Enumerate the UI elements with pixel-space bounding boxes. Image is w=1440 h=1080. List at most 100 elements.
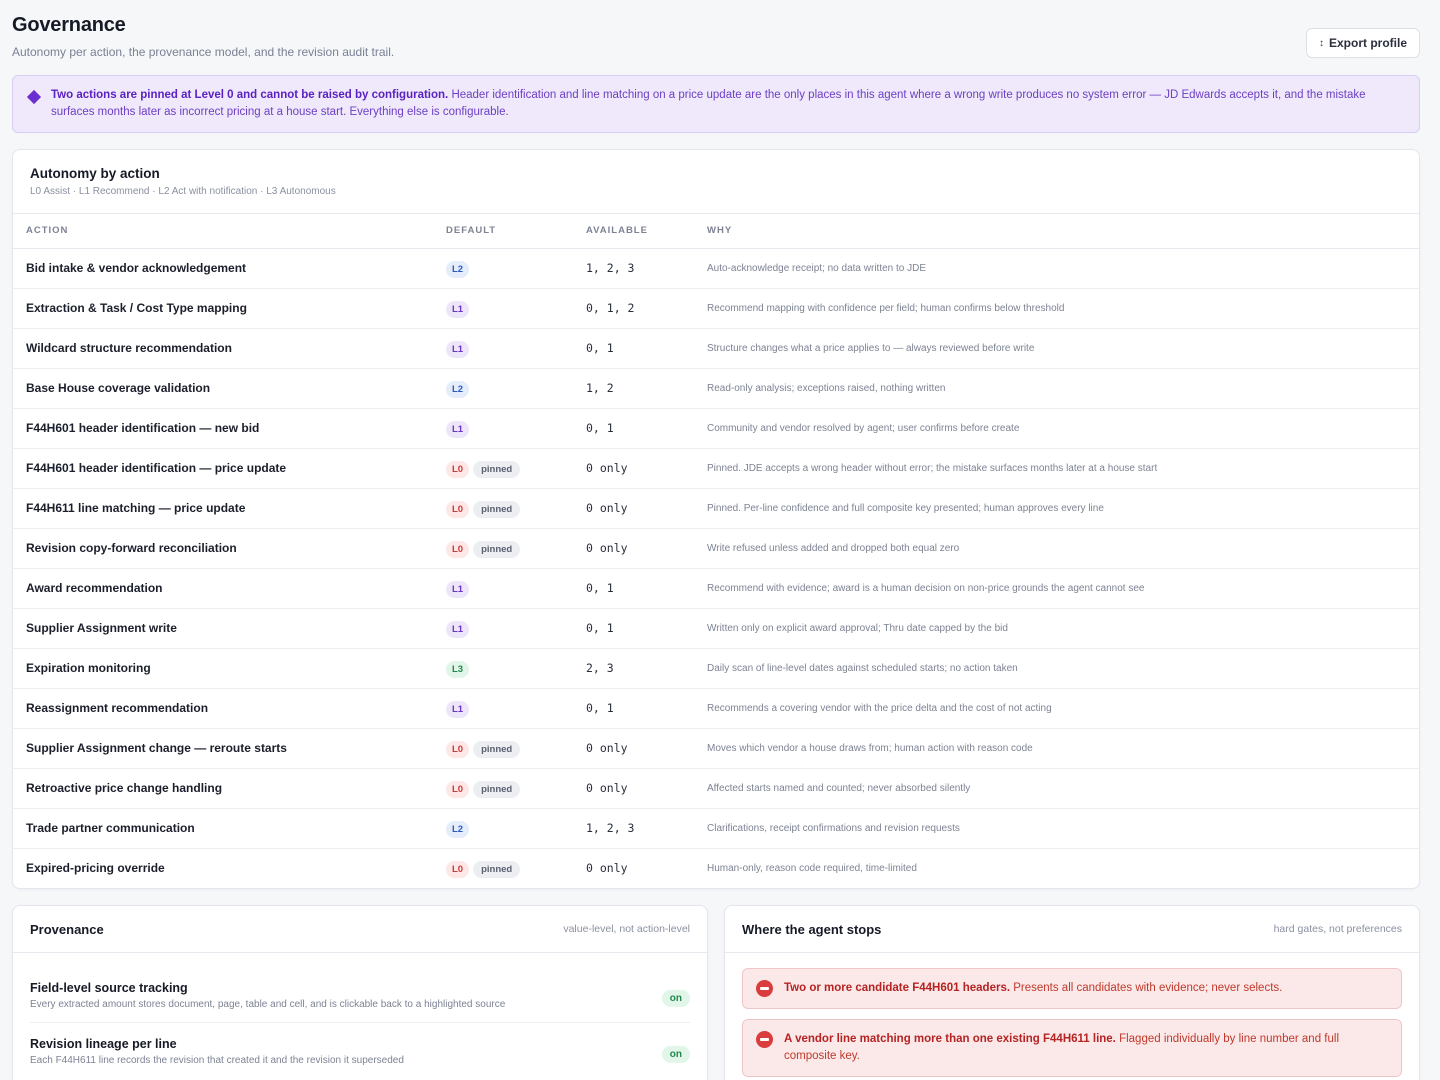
why-text: Pinned. JDE accepts a wrong header witho… — [694, 448, 1419, 489]
action-name: Trade partner communication — [13, 808, 433, 849]
table-row[interactable]: Expired-pricing override L0 pinned 0 only Hu… — [13, 848, 1419, 888]
default-level-cell: L2 — [433, 248, 573, 289]
action-name: Base House coverage validation — [13, 368, 433, 409]
export-profile-label: Export profile — [1328, 36, 1407, 50]
why-text: Pinned. Per-line confidence and full com… — [694, 488, 1419, 529]
level-badge: L0 — [446, 460, 470, 478]
action-name: F44H601 header identification — price up… — [13, 448, 433, 489]
available-levels: 0 only — [573, 528, 694, 569]
table-row[interactable]: Retroactive price change handling L0 pinne… — [13, 768, 1419, 809]
pinned-badge: pinned — [473, 460, 521, 478]
table-row[interactable]: Reassignment recommendation L1 0, 1 Recomme… — [13, 688, 1419, 729]
stops-title: Where the agent stops — [742, 921, 882, 937]
default-level-cell: L3 — [433, 648, 573, 689]
action-name: F44H601 header identification — new bid — [13, 408, 433, 449]
default-level-cell: L1 — [433, 288, 573, 329]
action-name: Supplier Assignment change — reroute sta… — [13, 728, 433, 769]
stops-note: hard gates, not preferences — [1273, 923, 1402, 935]
default-level-cell: L0 pinned — [433, 848, 573, 888]
provenance-item: Field-level source tracking Every extrac… — [30, 967, 690, 1023]
action-name: Bid intake & vendor acknowledgement — [13, 248, 433, 289]
pinned-badge: pinned — [473, 740, 521, 758]
table-row[interactable]: Wildcard structure recommendation L1 0, 1S… — [13, 328, 1419, 369]
autonomy-table: ACTION DEFAULT AVAILABLE WHY Bid intake … — [13, 214, 1419, 888]
pinned-badge: pinned — [473, 500, 521, 518]
provenance-item: Revision lineage per line Each F44H611 l… — [30, 1023, 690, 1078]
default-level-cell: L0 pinned — [433, 488, 573, 529]
default-level-cell: L2 — [433, 808, 573, 849]
table-row[interactable]: Extraction & Task / Cost Type mapping L1 0… — [13, 288, 1419, 329]
provenance-item-desc: Every extracted amount stores document, … — [30, 999, 506, 1010]
diamond-icon — [26, 89, 42, 105]
callout-bold: Two actions are pinned at Level 0 and ca… — [51, 89, 449, 101]
available-levels: 0 only — [573, 768, 694, 809]
available-levels: 1, 2, 3 — [573, 248, 694, 289]
default-level-cell: L1 — [433, 568, 573, 609]
provenance-card: Provenance value-level, not action-level… — [12, 905, 708, 1080]
source-tracking-toggle[interactable]: on — [661, 989, 690, 1007]
level-badge: L0 — [446, 500, 470, 518]
level-badge: L3 — [446, 660, 470, 678]
table-row[interactable]: F44H611 line matching — price update L0 pi… — [13, 488, 1419, 529]
no-entry-icon — [756, 980, 773, 997]
pinned-badge: pinned — [473, 780, 521, 798]
table-row[interactable]: Expiration monitoring L3 2, 3 Daily scan of… — [13, 648, 1419, 689]
table-row[interactable]: Award recommendation L1 0, 1 Recommend with… — [13, 568, 1419, 609]
no-entry-icon — [756, 1031, 773, 1048]
table-row[interactable]: Trade partner communication L2 1, 2, 3 Clar… — [13, 808, 1419, 849]
table-row[interactable]: Base House coverage validation L2 1, 2 Read… — [13, 368, 1419, 409]
available-levels: 0 only — [573, 728, 694, 769]
page-subtitle: Autonomy per action, the provenance mode… — [12, 45, 395, 59]
provenance-title: Provenance — [30, 921, 104, 937]
available-levels: 1, 2 — [573, 368, 694, 409]
default-level-cell: L1 — [433, 408, 573, 449]
table-row[interactable]: Supplier Assignment write L1 0, 1 Written o… — [13, 608, 1419, 649]
action-name: Retroactive price change handling — [13, 768, 433, 809]
why-text: Moves which vendor a house draws from; h… — [694, 728, 1419, 769]
default-level-cell: L0 pinned — [433, 528, 573, 569]
why-text: Recommend mapping with confidence per fi… — [694, 288, 1419, 329]
level-badge: L1 — [446, 340, 470, 358]
level-badge: L2 — [446, 260, 470, 278]
level-badge: L0 — [446, 740, 470, 758]
default-level-cell: L0 pinned — [433, 768, 573, 809]
provenance-note: value-level, not action-level — [563, 923, 690, 935]
pinned-badge: pinned — [473, 860, 521, 878]
default-level-cell: L0 pinned — [433, 448, 573, 489]
available-levels: 0, 1 — [573, 688, 694, 729]
available-levels: 0, 1 — [573, 408, 694, 449]
stops-header: Where the agent stops hard gates, not pr… — [725, 906, 1419, 953]
pinned-badge: pinned — [473, 540, 521, 558]
revision-lineage-toggle[interactable]: on — [661, 1045, 690, 1063]
action-name: Revision copy-forward reconciliation — [13, 528, 433, 569]
column-header-why: WHY — [694, 214, 1419, 249]
table-row[interactable]: F44H601 header identification — price up… — [13, 448, 1419, 489]
table-row[interactable]: Bid intake & vendor acknowledgement L2 1, … — [13, 248, 1419, 289]
why-text: Auto-acknowledge receipt; no data writte… — [694, 248, 1419, 289]
autonomy-card-header: Autonomy by action L0 Assist · L1 Recomm… — [13, 150, 1419, 214]
level-badge: L1 — [446, 300, 470, 318]
level-badge: L2 — [446, 380, 470, 398]
provenance-item-title: Revision lineage per line — [30, 1037, 177, 1051]
table-row[interactable]: Revision copy-forward reconciliation L0 pi… — [13, 528, 1419, 569]
available-levels: 0 only — [573, 448, 694, 489]
available-levels: 0, 1 — [573, 568, 694, 609]
why-text: Structure changes what a price applies t… — [694, 328, 1419, 369]
table-row[interactable]: Supplier Assignment change — reroute sta… — [13, 728, 1419, 769]
column-header-action: ACTION — [13, 214, 433, 249]
default-level-cell: L0 pinned — [433, 728, 573, 769]
table-row[interactable]: F44H601 header identification — new bid L… — [13, 408, 1419, 449]
hard-gate-item: Two or more candidate F44H601 headers. P… — [742, 968, 1402, 1009]
hard-gate-bold: Two or more candidate F44H601 headers. — [784, 982, 1011, 994]
why-text: Clarifications, receipt confirmations an… — [694, 808, 1419, 849]
level-badge: L1 — [446, 620, 470, 638]
export-profile-button[interactable]: ↕ Export profile — [1305, 28, 1420, 58]
page-title: Governance — [12, 14, 126, 36]
page-header: Governance Autonomy per action, the prov… — [12, 14, 1420, 74]
stops-list: Two or more candidate F44H601 headers. P… — [725, 953, 1419, 1077]
autonomy-card: Autonomy by action L0 Assist · L1 Recomm… — [12, 149, 1420, 889]
column-header-available: AVAILABLE — [573, 214, 694, 249]
default-level-cell: L1 — [433, 688, 573, 729]
action-name: Expired-pricing override — [26, 861, 165, 876]
level-badge: L0 — [446, 860, 470, 878]
